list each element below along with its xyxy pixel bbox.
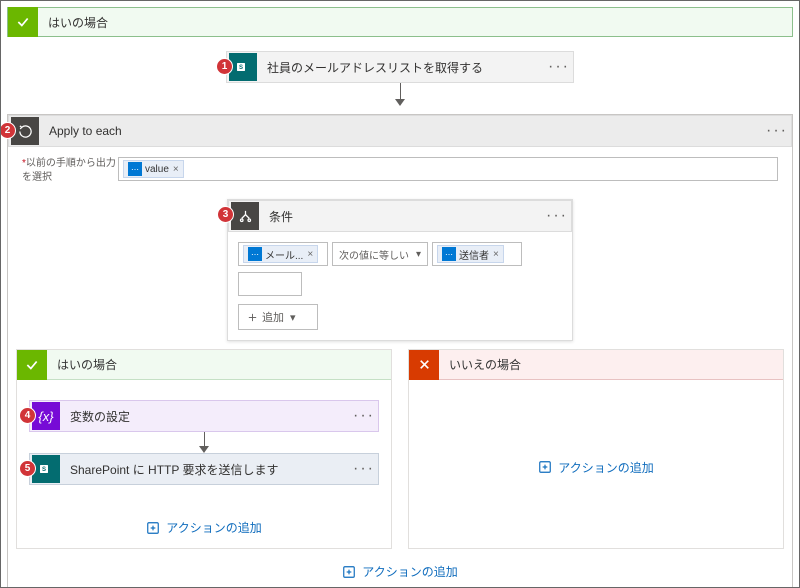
add-condition-button[interactable]: 追加 ▾: [238, 304, 318, 330]
field-label: *以前の手順から出力を選択: [22, 157, 118, 185]
foreach-output-input[interactable]: ⋯ value ×: [118, 157, 778, 181]
arrow-down-icon: [395, 83, 405, 106]
check-icon: [8, 7, 38, 37]
chevron-down-icon: ▾: [416, 249, 421, 260]
add-action-label: アクションの追加: [362, 563, 457, 580]
step-get-employee-emails[interactable]: 1 S 社員のメールアドレスリストを取得する ···: [226, 51, 574, 83]
variable-icon: {x}: [32, 402, 60, 430]
step-title: SharePoint に HTTP 要求を送信します: [62, 461, 350, 478]
branch-no: いいえの場合 アクションの追加: [408, 349, 784, 549]
foreach-input-row: *以前の手順から出力を選択 ⋯ value ×: [22, 157, 778, 185]
marker-3: 3: [217, 206, 234, 223]
check-icon: [17, 350, 47, 380]
apply-to-each-title: Apply to each: [41, 124, 763, 138]
step-title: 変数の設定: [62, 408, 350, 425]
more-icon[interactable]: ···: [350, 460, 378, 478]
condition-header[interactable]: 条件 ···: [228, 200, 572, 232]
step-title: 社員のメールアドレスリストを取得する: [259, 59, 545, 76]
condition-row: ⋯ メール... × 次の値に等しい ▾ ⋯ 送信者: [238, 242, 562, 266]
outer-yes-header: はいの場合: [7, 7, 793, 37]
token-sender[interactable]: ⋯ 送信者 ×: [437, 245, 504, 263]
svg-text:S: S: [42, 467, 46, 473]
operator-text: 次の値に等しい: [339, 247, 409, 262]
marker-5: 5: [19, 460, 36, 477]
condition-left-input[interactable]: ⋯ メール... ×: [238, 242, 328, 266]
condition-card: 条件 ··· ⋯ メール... × 次の値に等しい: [227, 199, 573, 341]
marker-1: 1: [216, 58, 233, 75]
branch-no-label: いいえの場合: [439, 356, 521, 373]
dynamic-content-icon: ⋯: [248, 247, 262, 261]
token-value[interactable]: ⋯ value ×: [123, 160, 184, 178]
chevron-down-icon: ▾: [290, 311, 296, 324]
dynamic-content-icon: ⋯: [442, 247, 456, 261]
add-label: 追加: [262, 309, 284, 325]
apply-to-each-header[interactable]: Apply to each ···: [8, 115, 792, 147]
step-sharepoint-http[interactable]: 5 S SharePoint に HTTP 要求を送信します ···: [29, 453, 379, 485]
sharepoint-icon: S: [229, 53, 257, 81]
more-icon[interactable]: ···: [763, 122, 791, 140]
condition-icon: [231, 202, 259, 230]
token-text: 送信者: [459, 247, 489, 262]
token-email[interactable]: ⋯ メール... ×: [243, 245, 318, 263]
outer-yes-label: はいの場合: [38, 14, 108, 31]
more-icon[interactable]: ···: [543, 207, 571, 225]
marker-4: 4: [19, 407, 36, 424]
branch-yes-label: はいの場合: [47, 356, 117, 373]
condition-branches: はいの場合 4 {x} 変数の設定 ··· 5: [8, 341, 792, 549]
remove-token-icon[interactable]: ×: [307, 249, 313, 260]
branch-yes-header: はいの場合: [17, 350, 391, 380]
apply-to-each-container: 2 Apply to each ··· *以前の手順から出力を選択 ⋯ valu…: [7, 114, 793, 588]
add-action-link[interactable]: アクションの追加: [538, 459, 653, 476]
remove-token-icon[interactable]: ×: [493, 249, 499, 260]
dynamic-content-icon: ⋯: [128, 162, 142, 176]
add-action-link[interactable]: アクションの追加: [342, 563, 457, 580]
branch-no-header: いいえの場合: [409, 350, 783, 380]
flow-canvas: はいの場合 1 S 社員のメールアドレスリストを取得する ··· 2 Apply…: [0, 0, 800, 588]
arrow-down-icon: [199, 432, 209, 453]
add-action-label: アクションの追加: [166, 519, 261, 536]
condition-title: 条件: [261, 208, 543, 225]
step-set-variable[interactable]: 4 {x} 変数の設定 ···: [29, 400, 379, 432]
more-icon[interactable]: ···: [545, 58, 573, 76]
add-action-link[interactable]: アクションの追加: [146, 519, 261, 536]
condition-operator-select[interactable]: 次の値に等しい ▾: [332, 242, 428, 266]
token-text: value: [145, 164, 169, 175]
remove-token-icon[interactable]: ×: [173, 164, 179, 175]
add-action-label: アクションの追加: [558, 459, 653, 476]
close-icon: [409, 350, 439, 380]
svg-text:S: S: [239, 65, 243, 71]
condition-extra-slot[interactable]: [238, 272, 302, 296]
token-text: メール...: [265, 247, 303, 262]
branch-yes: はいの場合 4 {x} 変数の設定 ··· 5: [16, 349, 392, 549]
condition-right-input[interactable]: ⋯ 送信者 ×: [432, 242, 522, 266]
sharepoint-icon: S: [32, 455, 60, 483]
more-icon[interactable]: ···: [350, 407, 378, 425]
